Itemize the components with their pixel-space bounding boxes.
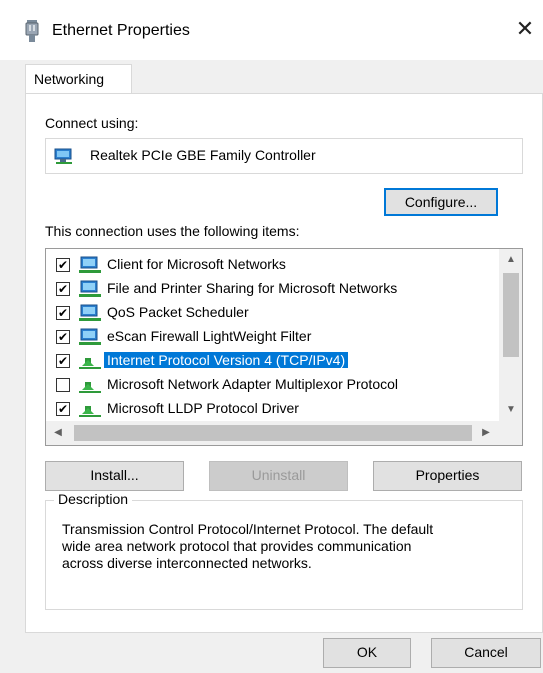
list-item[interactable]: ✔ eScan Firewall LightWeight Filter bbox=[46, 325, 498, 349]
item-checkbox[interactable]: ✔ bbox=[56, 282, 70, 296]
list-item[interactable]: ✔ Client for Microsoft Networks bbox=[46, 253, 498, 277]
item-checkbox[interactable]: ✔ bbox=[56, 258, 70, 272]
description-group: Description Transmission Control Protoco… bbox=[45, 491, 523, 610]
network-service-icon bbox=[79, 280, 101, 297]
cancel-button[interactable]: Cancel bbox=[431, 638, 541, 668]
uninstall-button[interactable]: Uninstall bbox=[209, 461, 348, 491]
adapter-display: Realtek PCIe GBE Family Controller bbox=[45, 138, 523, 174]
list-item[interactable]: ✔ QoS Packet Scheduler bbox=[46, 301, 498, 325]
protocol-icon bbox=[79, 406, 101, 417]
list-item[interactable]: Microsoft Network Adapter Multiplexor Pr… bbox=[46, 373, 498, 397]
item-label: Client for Microsoft Networks bbox=[107, 256, 286, 272]
vertical-scrollbar[interactable]: ▲ ▼ bbox=[499, 249, 522, 421]
description-line: wide area network protocol that provides… bbox=[62, 538, 412, 554]
item-label: Microsoft LLDP Protocol Driver bbox=[107, 400, 299, 416]
item-label: Microsoft Network Adapter Multiplexor Pr… bbox=[107, 376, 398, 392]
item-label: QoS Packet Scheduler bbox=[107, 304, 249, 320]
list-item-selected[interactable]: ✔ Internet Protocol Version 4 (TCP/IPv4) bbox=[46, 349, 498, 373]
horizontal-scrollbar[interactable]: ◀ ▶ bbox=[46, 421, 499, 445]
scroll-down-icon[interactable]: ▼ bbox=[499, 399, 522, 421]
item-checkbox[interactable]: ✔ bbox=[56, 402, 70, 416]
network-adapter-icon bbox=[25, 20, 39, 42]
network-service-icon bbox=[79, 304, 101, 321]
description-text: Transmission Control Protocol/Internet P… bbox=[62, 521, 502, 572]
list-item[interactable]: ✔ File and Printer Sharing for Microsoft… bbox=[46, 277, 498, 301]
item-label: Internet Protocol Version 4 (TCP/IPv4) bbox=[104, 352, 349, 368]
adapter-name: Realtek PCIe GBE Family Controller bbox=[90, 147, 316, 163]
item-checkbox[interactable]: ✔ bbox=[56, 306, 70, 320]
configure-button[interactable]: Configure... bbox=[384, 188, 498, 216]
item-label: File and Printer Sharing for Microsoft N… bbox=[107, 280, 398, 296]
scroll-right-icon[interactable]: ▶ bbox=[474, 422, 498, 444]
network-adapter-icon bbox=[54, 148, 72, 164]
horizontal-scroll-thumb[interactable] bbox=[74, 425, 472, 441]
vertical-scroll-thumb[interactable] bbox=[503, 273, 519, 357]
network-client-icon bbox=[79, 256, 101, 273]
protocol-icon bbox=[79, 382, 101, 393]
description-line: Transmission Control Protocol/Internet P… bbox=[62, 521, 434, 537]
description-legend: Description bbox=[54, 491, 133, 507]
list-item[interactable]: ✔ Microsoft LLDP Protocol Driver bbox=[46, 397, 498, 421]
description-line: across diverse interconnected networks. bbox=[62, 555, 312, 571]
install-button[interactable]: Install... bbox=[45, 461, 184, 491]
item-checkbox[interactable] bbox=[56, 378, 70, 392]
tab-networking[interactable]: Networking bbox=[25, 64, 132, 94]
window-title: Ethernet Properties bbox=[52, 22, 190, 39]
item-label: eScan Firewall LightWeight Filter bbox=[107, 328, 312, 344]
title-bar[interactable]: Ethernet Properties ✕ bbox=[0, 0, 543, 60]
scroll-up-icon[interactable]: ▲ bbox=[499, 249, 522, 271]
protocol-icon bbox=[79, 358, 101, 369]
close-icon: ✕ bbox=[515, 16, 535, 41]
properties-button[interactable]: Properties bbox=[373, 461, 522, 491]
items-list[interactable]: ✔ Client for Microsoft Networks ✔ File a… bbox=[45, 248, 523, 446]
connect-using-label: Connect using: bbox=[45, 115, 139, 131]
item-checkbox[interactable]: ✔ bbox=[56, 354, 70, 368]
close-button[interactable]: ✕ bbox=[510, 14, 540, 44]
ethernet-properties-dialog: Ethernet Properties ✕ Networking Connect… bbox=[0, 0, 543, 673]
ok-button[interactable]: OK bbox=[323, 638, 411, 668]
items-label: This connection uses the following items… bbox=[45, 223, 300, 239]
tab-label: Networking bbox=[34, 71, 105, 87]
item-checkbox[interactable]: ✔ bbox=[56, 330, 70, 344]
scroll-left-icon[interactable]: ◀ bbox=[46, 422, 70, 444]
scrollbar-corner bbox=[499, 421, 522, 445]
network-service-icon bbox=[79, 328, 101, 345]
